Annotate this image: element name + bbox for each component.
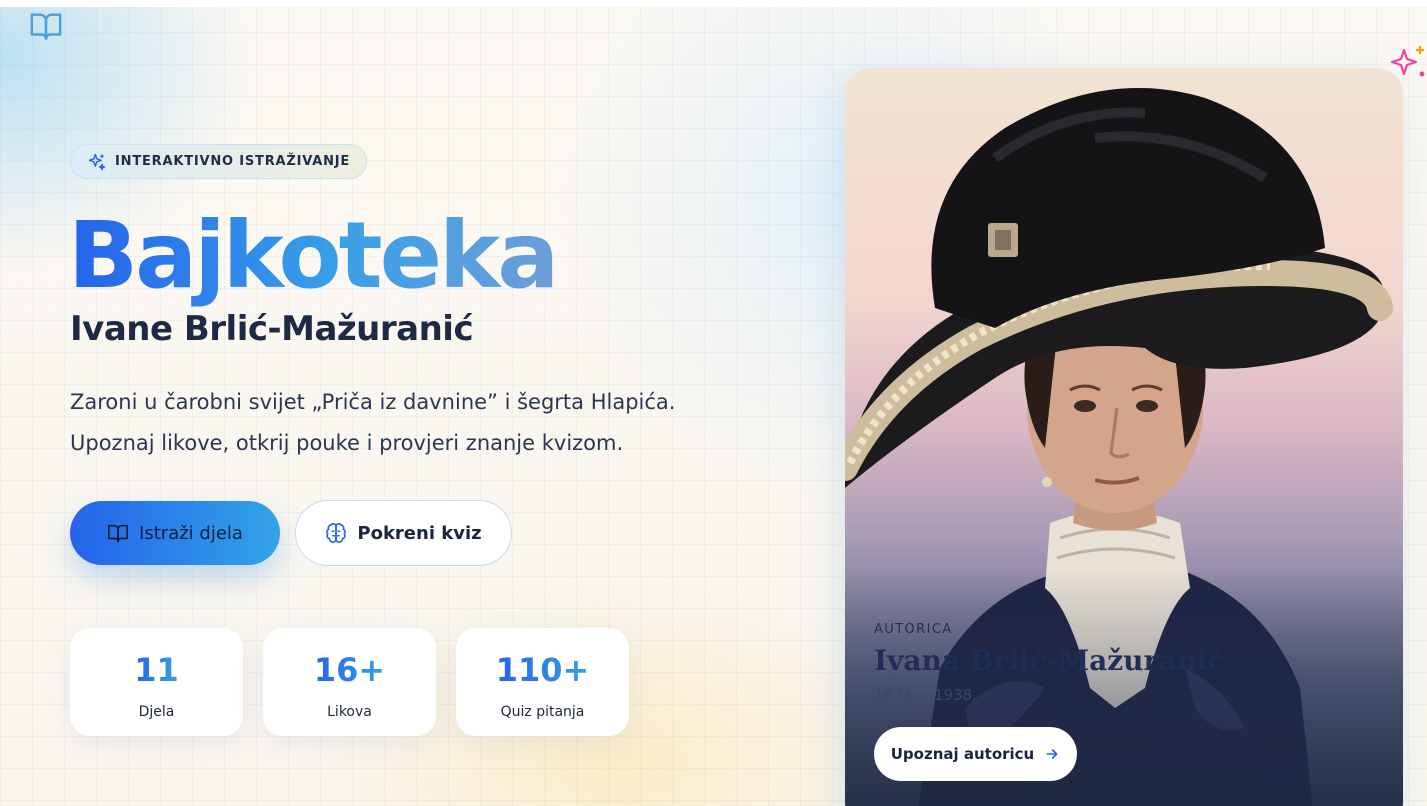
arrow-right-icon — [1046, 749, 1058, 759]
card-eyebrow: AUTORICA — [874, 622, 953, 637]
explore-works-label: Istraži djela — [139, 522, 243, 544]
brain-icon — [326, 523, 347, 543]
description-line: Zaroni u čarobni svijet „Priča iz davnin… — [70, 390, 676, 414]
stat-value: 110+ — [495, 651, 590, 689]
page-title: Bajkoteka — [68, 196, 559, 316]
page-subtitle: Ivane Brlić-Mažuranić — [70, 309, 474, 349]
stat-card-characters: 16+ Likova — [263, 628, 436, 736]
badge-label: INTERAKTIVNO ISTRAŽIVANJE — [115, 154, 351, 169]
explore-works-button[interactable]: Istraži djela — [70, 501, 280, 565]
meet-author-button[interactable]: Upoznaj autoricu — [874, 727, 1077, 781]
start-quiz-label: Pokreni kviz — [357, 522, 482, 544]
hero-badge: INTERAKTIVNO ISTRAŽIVANJE — [70, 144, 367, 179]
hero-description: Zaroni u čarobni svijet „Priča iz davnin… — [70, 382, 770, 464]
stat-label: Djela — [138, 704, 175, 720]
stat-label: Likova — [327, 704, 372, 720]
start-quiz-button[interactable]: Pokreni kviz — [295, 500, 512, 566]
book-open-icon — [108, 524, 129, 543]
top-strip — [0, 0, 1427, 7]
author-years: 1874. – 1938. — [874, 686, 977, 704]
description-line: Upoznaj likove, otkrij pouke i provjeri … — [70, 431, 624, 455]
sparkles-icon — [88, 153, 106, 170]
stat-label: Quiz pitanja — [500, 704, 585, 720]
stat-value: 16+ — [313, 651, 386, 689]
meet-author-label: Upoznaj autoricu — [890, 745, 1035, 763]
book-open-icon[interactable] — [28, 9, 64, 43]
stat-card-works: 11 Djela — [70, 628, 243, 736]
author-name: Ivana Brlić-Mažuranić — [874, 644, 1225, 677]
stat-value: 11 — [134, 651, 179, 689]
stat-card-quiz: 110+ Quiz pitanja — [456, 628, 629, 736]
author-card: AUTORICA Ivana Brlić-Mažuranić 1874. – 1… — [845, 68, 1403, 806]
sparkles-icon — [1390, 46, 1425, 77]
